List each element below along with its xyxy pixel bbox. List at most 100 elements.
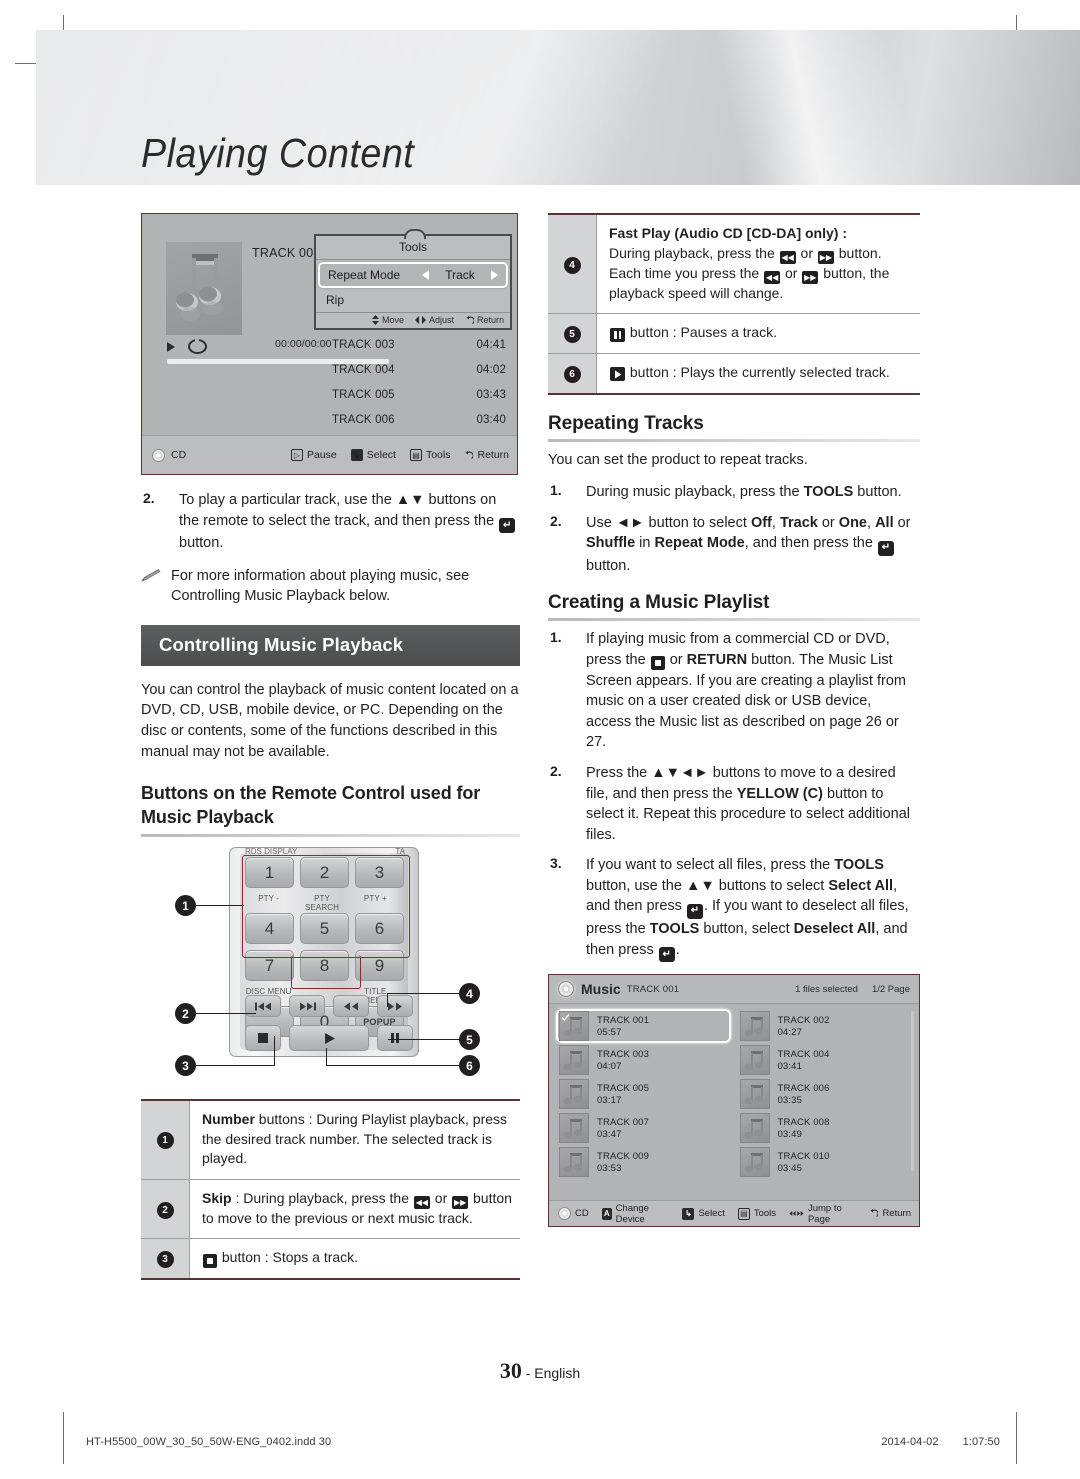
play-icon: [324, 1032, 335, 1044]
bullet-2: 2: [156, 1201, 174, 1219]
value-stepper[interactable]: Track: [422, 268, 498, 282]
hint-change-device[interactable]: A Change Device: [601, 1203, 670, 1225]
leftright-arrows-glyph: ◄►: [615, 514, 645, 531]
menu-item-rip[interactable]: Rip: [316, 290, 510, 312]
rewind-key-icon: ◀◀: [413, 1195, 430, 1209]
callout-5: 5: [459, 1029, 480, 1050]
play-key-icon: [610, 367, 625, 382]
four-arrows-glyph: ▲▼◄►: [651, 764, 709, 781]
hint-tools[interactable]: ▤ Tools: [737, 1207, 776, 1220]
table-row: 2 Skip : During playback, press the ◀◀ o…: [141, 1178, 520, 1239]
step-text: During music playback, press the TOOLS b…: [586, 482, 902, 503]
track-duration: 03:43: [476, 388, 506, 401]
list-item[interactable]: TRACK 009 03:53: [556, 1145, 731, 1179]
heading-rule: [548, 618, 920, 622]
music-note-icon: [176, 254, 223, 321]
tools-popup[interactable]: Tools Repeat Mode Track Rip Move Adjust …: [314, 229, 512, 330]
return-icon: [466, 315, 474, 324]
list-item[interactable]: TRACK 004 03:41: [737, 1043, 912, 1077]
hint-pause[interactable]: ▷ Pause: [291, 449, 337, 461]
step-text-b: button to select: [644, 514, 751, 531]
heading-repeating-tracks: Repeating Tracks: [548, 412, 704, 434]
hint-return[interactable]: Return: [869, 1208, 911, 1219]
row-number-cell: 3: [141, 1238, 190, 1280]
hint-jump-to-page[interactable]: Jump to Page: [789, 1203, 856, 1225]
hint-return[interactable]: Return: [464, 449, 509, 461]
right-column: 4 Fast Play (Audio CD [CD-DA] only) : Dur…: [548, 213, 920, 1228]
table-row[interactable]: TRACK 004 04:02: [332, 357, 508, 382]
bullet-6: 6: [563, 365, 581, 383]
music-item-meta: TRACK 009 03:53: [597, 1151, 649, 1174]
table-row[interactable]: TRACK 003 04:41: [332, 332, 508, 357]
hint-tools[interactable]: ▤ Tools: [409, 449, 450, 461]
rewind-key-icon: ◀◀: [779, 250, 796, 264]
option-track: Track: [779, 514, 818, 531]
music-item-duration: 03:49: [777, 1128, 803, 1140]
track-duration: 04:41: [476, 338, 506, 351]
tools-key-icon: ▤: [737, 1207, 750, 1220]
list-item[interactable]: TRACK 005 03:17: [556, 1077, 731, 1111]
step-text-c: buttons to select: [714, 877, 829, 894]
step-text: Press the ▲▼◄► buttons to move to a desi…: [586, 763, 920, 845]
list-item[interactable]: TRACK 007 03:47: [556, 1111, 731, 1145]
table-row: 5 button : Pauses a track.: [548, 313, 920, 354]
list-item[interactable]: TRACK 010 03:45: [737, 1145, 912, 1179]
page-title: Playing Content: [141, 130, 415, 176]
music-item-name: TRACK 010: [777, 1150, 830, 1162]
list-item[interactable]: TRACK 008 03:49: [737, 1111, 912, 1145]
hint-select[interactable]: ↳ Select: [682, 1207, 725, 1220]
menu-item-label: Repeat Mode: [328, 268, 401, 282]
step-number: 2.: [550, 512, 562, 529]
list-item[interactable]: TRACK 001 05:57: [556, 1009, 731, 1044]
osd-source-label: CD: [575, 1208, 589, 1220]
step-number: 2.: [143, 490, 155, 506]
music-osd-title: Music: [581, 981, 621, 998]
row-text: button : Stops a track.: [218, 1249, 359, 1266]
step-text-b: button, use the: [586, 877, 686, 894]
leader-line-2: [196, 1013, 256, 1014]
list-item[interactable]: TRACK 003 04:07: [556, 1043, 731, 1077]
pause-button[interactable]: [377, 1025, 413, 1051]
music-osd-subtitle: TRACK 001: [626, 983, 680, 995]
list-item[interactable]: TRACK 002 04:27: [737, 1009, 912, 1043]
table-row[interactable]: TRACK 005 03:43: [332, 382, 508, 407]
footer-date: 2014-04-02: [881, 1436, 939, 1448]
music-note-thumbnail: [559, 1011, 589, 1042]
bold-tools-2: TOOLS: [649, 921, 700, 937]
skip-forward-button[interactable]: [289, 995, 325, 1017]
stop-key-icon: [650, 656, 665, 671]
play-button[interactable]: [289, 1025, 369, 1051]
bold-yellow-c: YELLOW (C): [736, 785, 823, 802]
list-item[interactable]: TRACK 006 03:35: [737, 1077, 912, 1111]
playback-steps-list: 2. To play a particular track, use the ▲…: [141, 490, 520, 607]
cd-disc-icon: [558, 981, 574, 998]
row-description-cell: Skip : During playback, press the ◀◀ or …: [189, 1178, 520, 1239]
select-key-icon: ↳: [350, 449, 363, 461]
music-item-duration: 03:41: [777, 1060, 803, 1072]
bullet-3: 3: [156, 1251, 174, 1269]
crop-mark-bottom-left-vertical: [63, 1412, 64, 1464]
hint-return: Return: [465, 315, 504, 325]
menu-item-repeat-mode[interactable]: Repeat Mode Track: [318, 262, 508, 288]
row-number-cell: 4: [548, 214, 597, 314]
option-shuffle: Shuffle: [586, 535, 636, 552]
track-duration: 04:02: [476, 363, 506, 376]
stop-button[interactable]: [245, 1025, 281, 1051]
step-text-b: or: [665, 652, 687, 669]
option-repeat-mode: Repeat Mode: [654, 535, 745, 552]
jump-key-icon: [789, 1211, 804, 1217]
table-row[interactable]: TRACK 006 03:40: [332, 407, 508, 432]
track-name: TRACK 006: [332, 413, 395, 426]
music-item-meta: TRACK 008 03:49: [778, 1117, 830, 1140]
rewind-button[interactable]: [333, 995, 369, 1017]
music-item-duration: 03:35: [777, 1094, 803, 1106]
fast-forward-button[interactable]: [377, 995, 413, 1017]
tools-popup-title: Tools: [316, 236, 510, 260]
check-icon: [561, 1014, 570, 1022]
chevron-left-icon[interactable]: [422, 270, 429, 280]
music-note-thumbnail: [559, 1079, 589, 1110]
music-item-name: TRACK 004: [777, 1048, 830, 1060]
hint-select[interactable]: ↳ Select: [350, 449, 396, 461]
scrollbar[interactable]: [911, 1011, 914, 1172]
chevron-right-icon[interactable]: [491, 270, 498, 280]
